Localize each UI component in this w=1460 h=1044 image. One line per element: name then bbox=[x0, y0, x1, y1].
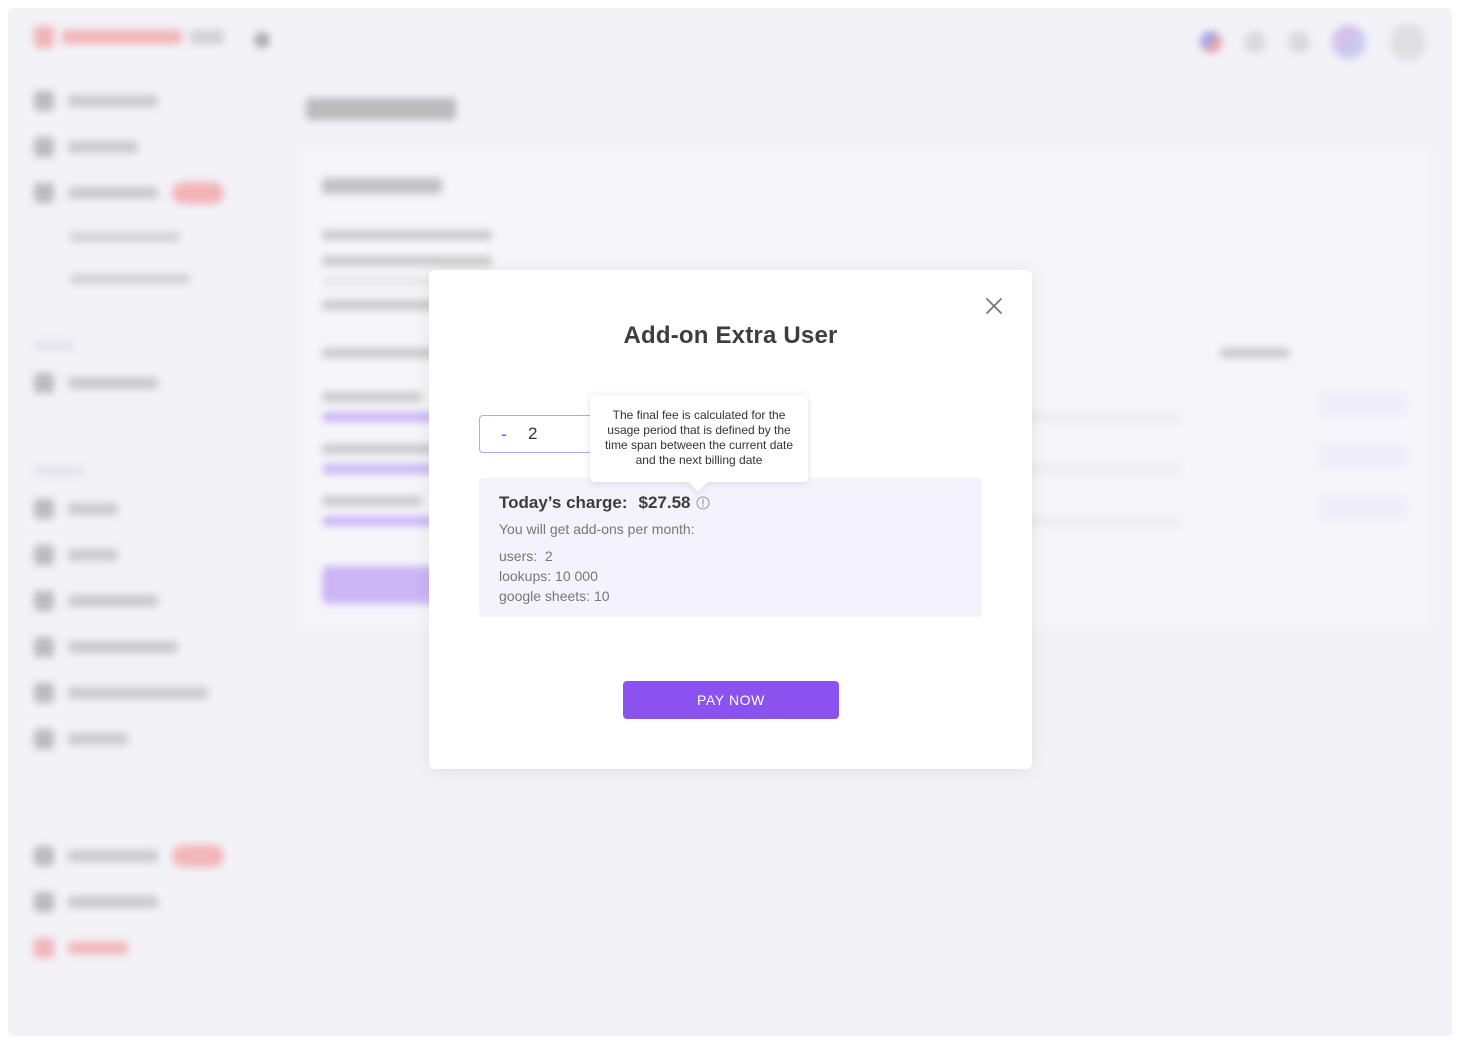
quantity-stepper[interactable]: - 2 bbox=[479, 415, 599, 453]
charge-summary: Today’s charge: $27.58 You will get add-… bbox=[479, 478, 982, 617]
addon-users: users: 2 bbox=[499, 548, 553, 564]
pay-now-button[interactable]: PAY NOW bbox=[623, 681, 839, 719]
decrement-button[interactable]: - bbox=[480, 416, 528, 452]
close-icon bbox=[986, 297, 1002, 319]
charge-amount: $27.58 bbox=[638, 493, 691, 512]
charge-label: Today’s charge: bbox=[499, 493, 628, 512]
addon-lookups: lookups: 10 000 bbox=[499, 568, 598, 584]
addon-google-sheets: google sheets: 10 bbox=[499, 588, 610, 604]
addon-extra-user-modal: Add-on Extra User - 2 The final fee is c… bbox=[429, 270, 1032, 769]
modal-title: Add-on Extra User bbox=[623, 322, 838, 349]
fee-tooltip: The final fee is calculated for the usag… bbox=[590, 395, 808, 482]
addon-list: users: 2 lookups: 10 000 google sheets: … bbox=[499, 546, 962, 606]
charge-description: You will get add-ons per month: bbox=[499, 521, 695, 537]
info-icon[interactable] bbox=[696, 496, 711, 510]
quantity-value[interactable]: 2 bbox=[528, 424, 558, 444]
close-button[interactable] bbox=[982, 296, 1006, 320]
